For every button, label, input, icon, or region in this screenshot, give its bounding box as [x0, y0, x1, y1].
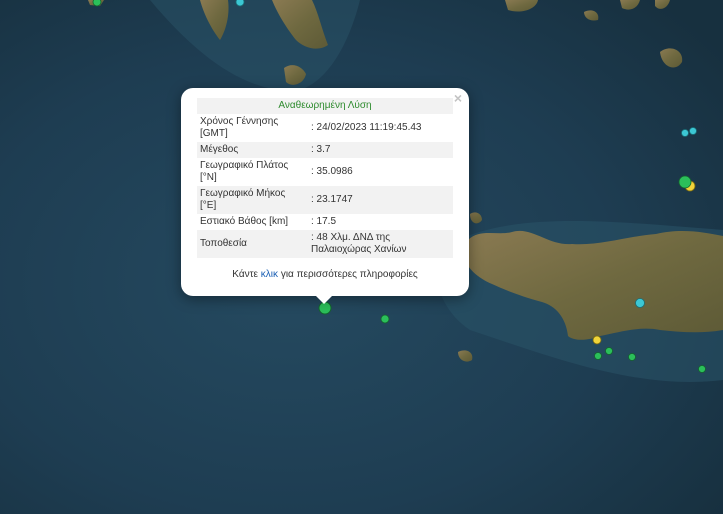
close-icon[interactable]: ×: [451, 91, 465, 105]
quake-marker[interactable]: [592, 335, 602, 345]
footer-pre: Κάντε: [232, 269, 259, 280]
quake-marker[interactable]: [681, 129, 689, 137]
magnitude-label: Μέγεθος: [197, 142, 305, 158]
quake-marker[interactable]: [594, 352, 602, 360]
quake-marker[interactable]: [628, 353, 636, 361]
quake-marker[interactable]: [380, 314, 390, 324]
latitude-value: : 35.0986: [311, 166, 353, 177]
more-info-link[interactable]: κλικ: [261, 269, 278, 280]
table-row: Γεωγραφικό Μήκος [°E] : 23.1747: [197, 186, 453, 214]
longitude-value: : 23.1747: [305, 186, 453, 214]
earthquake-popup: × Αναθεωρημένη Λύση Χρόνος Γέννησης [GMT…: [181, 88, 469, 296]
table-row: Εστιακό Βάθος [km] : 17.5: [197, 214, 453, 230]
popup-heading: Αναθεωρημένη Λύση: [197, 98, 453, 114]
earthquake-info-table: Αναθεωρημένη Λύση Χρόνος Γέννησης [GMT] …: [197, 98, 453, 258]
table-row: Χρόνος Γέννησης [GMT] : 24/02/2023 11:19…: [197, 114, 453, 142]
table-row: Γεωγραφικό Πλάτος [°N] : 35.0986: [197, 158, 453, 186]
quake-marker[interactable]: [689, 127, 697, 135]
footer-post: για περισσότερες πληροφορίες: [280, 269, 418, 280]
quake-marker[interactable]: [678, 175, 692, 189]
location-value: : 48 Χλμ. ΔΝΔ της Παλαιοχώρας Χανίων: [305, 230, 453, 258]
quake-marker[interactable]: [605, 347, 613, 355]
magnitude-value: : 3.7: [305, 142, 453, 158]
location-label: Τοποθεσία: [197, 230, 305, 258]
popup-tip: [314, 294, 334, 304]
quake-marker[interactable]: [92, 0, 102, 7]
table-row: Μέγεθος : 3.7: [197, 142, 453, 158]
depth-label: Εστιακό Βάθος [km]: [200, 216, 289, 227]
quake-marker[interactable]: [698, 365, 706, 373]
quake-marker[interactable]: [235, 0, 245, 7]
origin-time-value: : 24/02/2023 11:19:45.43: [311, 122, 422, 133]
quake-marker[interactable]: [635, 298, 645, 308]
longitude-label: Γεωγραφικό Μήκος [°E]: [197, 186, 305, 214]
latitude-label: Γεωγραφικό Πλάτος [°N]: [200, 160, 289, 183]
table-row: Τοποθεσία : 48 Χλμ. ΔΝΔ της Παλαιοχώρας …: [197, 230, 453, 258]
depth-value: : 17.5: [311, 216, 337, 227]
origin-time-label: Χρόνος Γέννησης [GMT]: [200, 116, 279, 139]
more-info-text: Κάντε κλικ για περισσότερες πληροφορίες: [181, 269, 469, 280]
